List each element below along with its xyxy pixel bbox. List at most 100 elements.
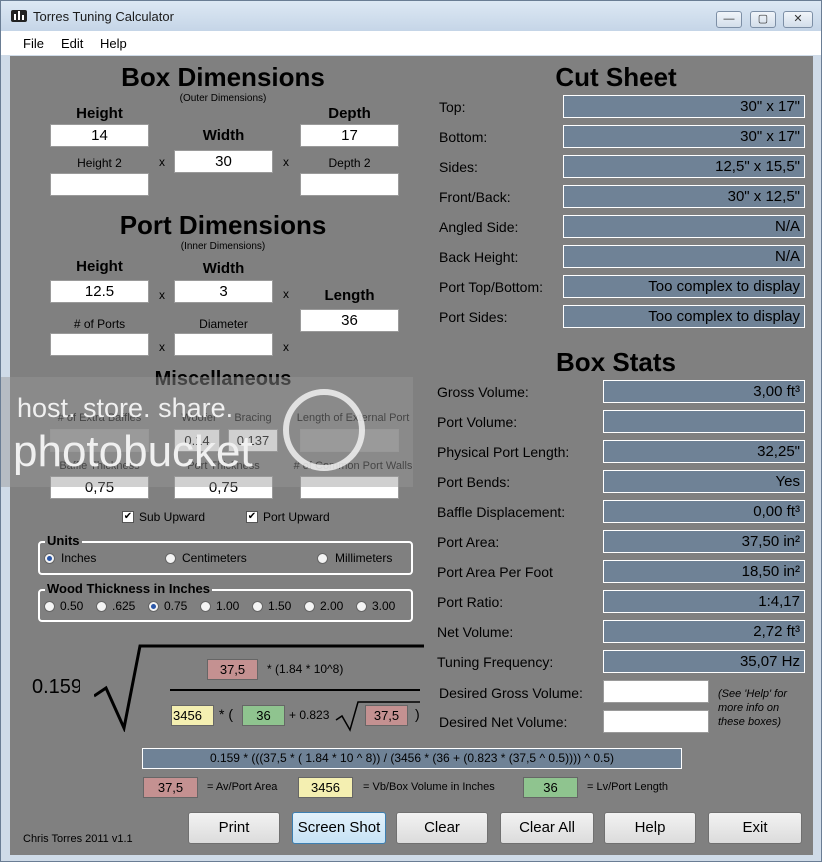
diameter-input[interactable] (174, 333, 273, 356)
watermark: host. store. share. photobucket (1, 377, 413, 487)
num-ports-label: # of Ports (73, 317, 126, 331)
port-height-label: Height (76, 258, 123, 275)
cut-sides-value: 12,5" x 15,5" (563, 155, 805, 178)
box-height-input[interactable]: 14 (50, 124, 149, 147)
num-ports-input[interactable] (50, 333, 149, 356)
cut-porttop-label: Port Top/Bottom: (439, 279, 544, 295)
cut-portsides-label: Port Sides: (439, 309, 508, 325)
menu-edit[interactable]: Edit (61, 36, 83, 51)
desired-net-label: Desired Net Volume: (439, 714, 568, 730)
formula-av-box: 37,5 (207, 659, 258, 680)
wood-075-label: 0.75 (164, 599, 188, 613)
cut-porttop-value: Too complex to display (563, 275, 805, 298)
times-sign: x (159, 155, 165, 169)
stat-portlen-value: 32,25" (603, 440, 805, 463)
wood-200-radio[interactable] (304, 601, 315, 612)
minimize-button[interactable]: — (716, 11, 742, 28)
stat-areafoot-label: Port Area Per Foot (437, 564, 553, 580)
stat-baffle-value: 0,00 ft³ (603, 500, 805, 523)
port-width-input[interactable]: 3 (174, 280, 273, 303)
cut-top-label: Top: (439, 99, 466, 115)
box-height2-input[interactable] (50, 173, 149, 196)
menu-file[interactable]: File (23, 36, 44, 51)
wood-050-radio[interactable] (44, 601, 55, 612)
port-length-label: Length (324, 287, 375, 304)
close-button[interactable]: ✕ (783, 11, 813, 28)
maximize-button[interactable]: ▢ (750, 11, 776, 28)
stat-portlen-label: Physical Port Length: (437, 444, 570, 460)
clear-button[interactable]: Clear (396, 812, 488, 844)
wood-300-label: 3.00 (372, 599, 396, 613)
box-depth2-input[interactable] (300, 173, 399, 196)
stat-ratio-label: Port Ratio: (437, 594, 504, 610)
wood-0625-radio[interactable] (96, 601, 107, 612)
wood-100-label: 1.00 (216, 599, 240, 613)
formula-plus: + 0.823 (289, 708, 330, 722)
port-dimensions-title: Port Dimensions (119, 210, 327, 240)
print-button[interactable]: Print (188, 812, 280, 844)
port-dimensions-subtitle: (Inner Dimensions) (180, 241, 266, 252)
stat-portarea-value: 37,50 in² (603, 530, 805, 553)
watermark-logo: photobucket (13, 427, 253, 476)
sub-upward-checkbox[interactable]: ✔ (122, 511, 134, 523)
wood-200-label: 2.00 (320, 599, 344, 613)
wood-300-radio[interactable] (356, 601, 367, 612)
box-dimensions-title: Box Dimensions (121, 62, 325, 92)
exit-button[interactable]: Exit (708, 812, 802, 844)
main-window: Torres Tuning Calculator — ▢ ✕ File Edit… (0, 0, 822, 862)
units-inches-radio[interactable] (44, 553, 55, 564)
legend-av-label: = Av/Port Area (207, 781, 278, 793)
port-upward-label: Port Upward (263, 510, 330, 524)
formula-multiplier: * (1.84 * 10^8) (267, 662, 344, 676)
clear-all-button[interactable]: Clear All (500, 812, 594, 844)
port-upward-checkbox[interactable]: ✔ (246, 511, 258, 523)
sub-upward-label: Sub Upward (139, 510, 206, 524)
units-cm-label: Centimeters (182, 551, 247, 565)
stat-baffle-label: Baffle Displacement: (437, 504, 566, 520)
formula-close-paren: ) (415, 706, 420, 722)
stat-portvol-label: Port Volume: (437, 414, 518, 430)
cut-frontback-label: Front/Back: (439, 189, 511, 205)
menu-help[interactable]: Help (100, 36, 127, 51)
times-sign: x (283, 287, 289, 301)
wood-150-radio[interactable] (252, 601, 263, 612)
box-width-input[interactable]: 30 (174, 150, 273, 173)
cut-bottom-value: 30" x 17" (563, 125, 805, 148)
stat-tuning-label: Tuning Frequency: (437, 654, 554, 670)
formula-open-paren: * ( (219, 706, 233, 722)
units-mm-radio[interactable] (317, 553, 328, 564)
times-sign: x (159, 340, 165, 354)
formula-full-text: 0.159 * (((37,5 * ( 1.84 * 10 ^ 8)) / (3… (142, 748, 682, 769)
box-width-label: Width (202, 127, 245, 144)
credit-text: Chris Torres 2011 v1.1 (23, 833, 133, 845)
cut-backheight-value: N/A (563, 245, 805, 268)
stat-areafoot-value: 18,50 in² (603, 560, 805, 583)
legend-vb-label: = Vb/Box Volume in Inches (363, 781, 495, 793)
cut-sides-label: Sides: (439, 159, 478, 175)
calculator-panel: Box Dimensions (Outer Dimensions) Height… (1, 56, 813, 855)
stat-gross-value: 3,00 ft³ (603, 380, 805, 403)
port-height-input[interactable]: 12.5 (50, 280, 149, 303)
desired-gross-input[interactable] (603, 680, 709, 703)
wood-100-radio[interactable] (200, 601, 211, 612)
cut-portsides-value: Too complex to display (563, 305, 805, 328)
times-sign: x (283, 340, 289, 354)
port-length-input[interactable]: 36 (300, 309, 399, 332)
box-depth2-label: Depth 2 (328, 156, 371, 170)
units-title: Units (45, 533, 82, 548)
box-depth-input[interactable]: 17 (300, 124, 399, 147)
box-height2-label: Height 2 (77, 156, 122, 170)
desired-hint: (See 'Help' for more info on these boxes… (718, 688, 788, 728)
port-width-label: Width (202, 260, 245, 277)
formula-constant: 0.159 (32, 676, 80, 698)
help-button[interactable]: Help (604, 812, 696, 844)
title-bar: Torres Tuning Calculator — ▢ ✕ (1, 1, 821, 31)
screenshot-button[interactable]: Screen Shot (292, 812, 386, 844)
cut-backheight-label: Back Height: (439, 249, 519, 265)
desired-net-input[interactable] (603, 710, 709, 733)
units-cm-radio[interactable] (165, 553, 176, 564)
box-depth-label: Depth (328, 105, 371, 122)
wood-075-radio[interactable] (148, 601, 159, 612)
legend-lv-box: 36 (523, 777, 578, 798)
desired-gross-label: Desired Gross Volume: (439, 685, 583, 701)
